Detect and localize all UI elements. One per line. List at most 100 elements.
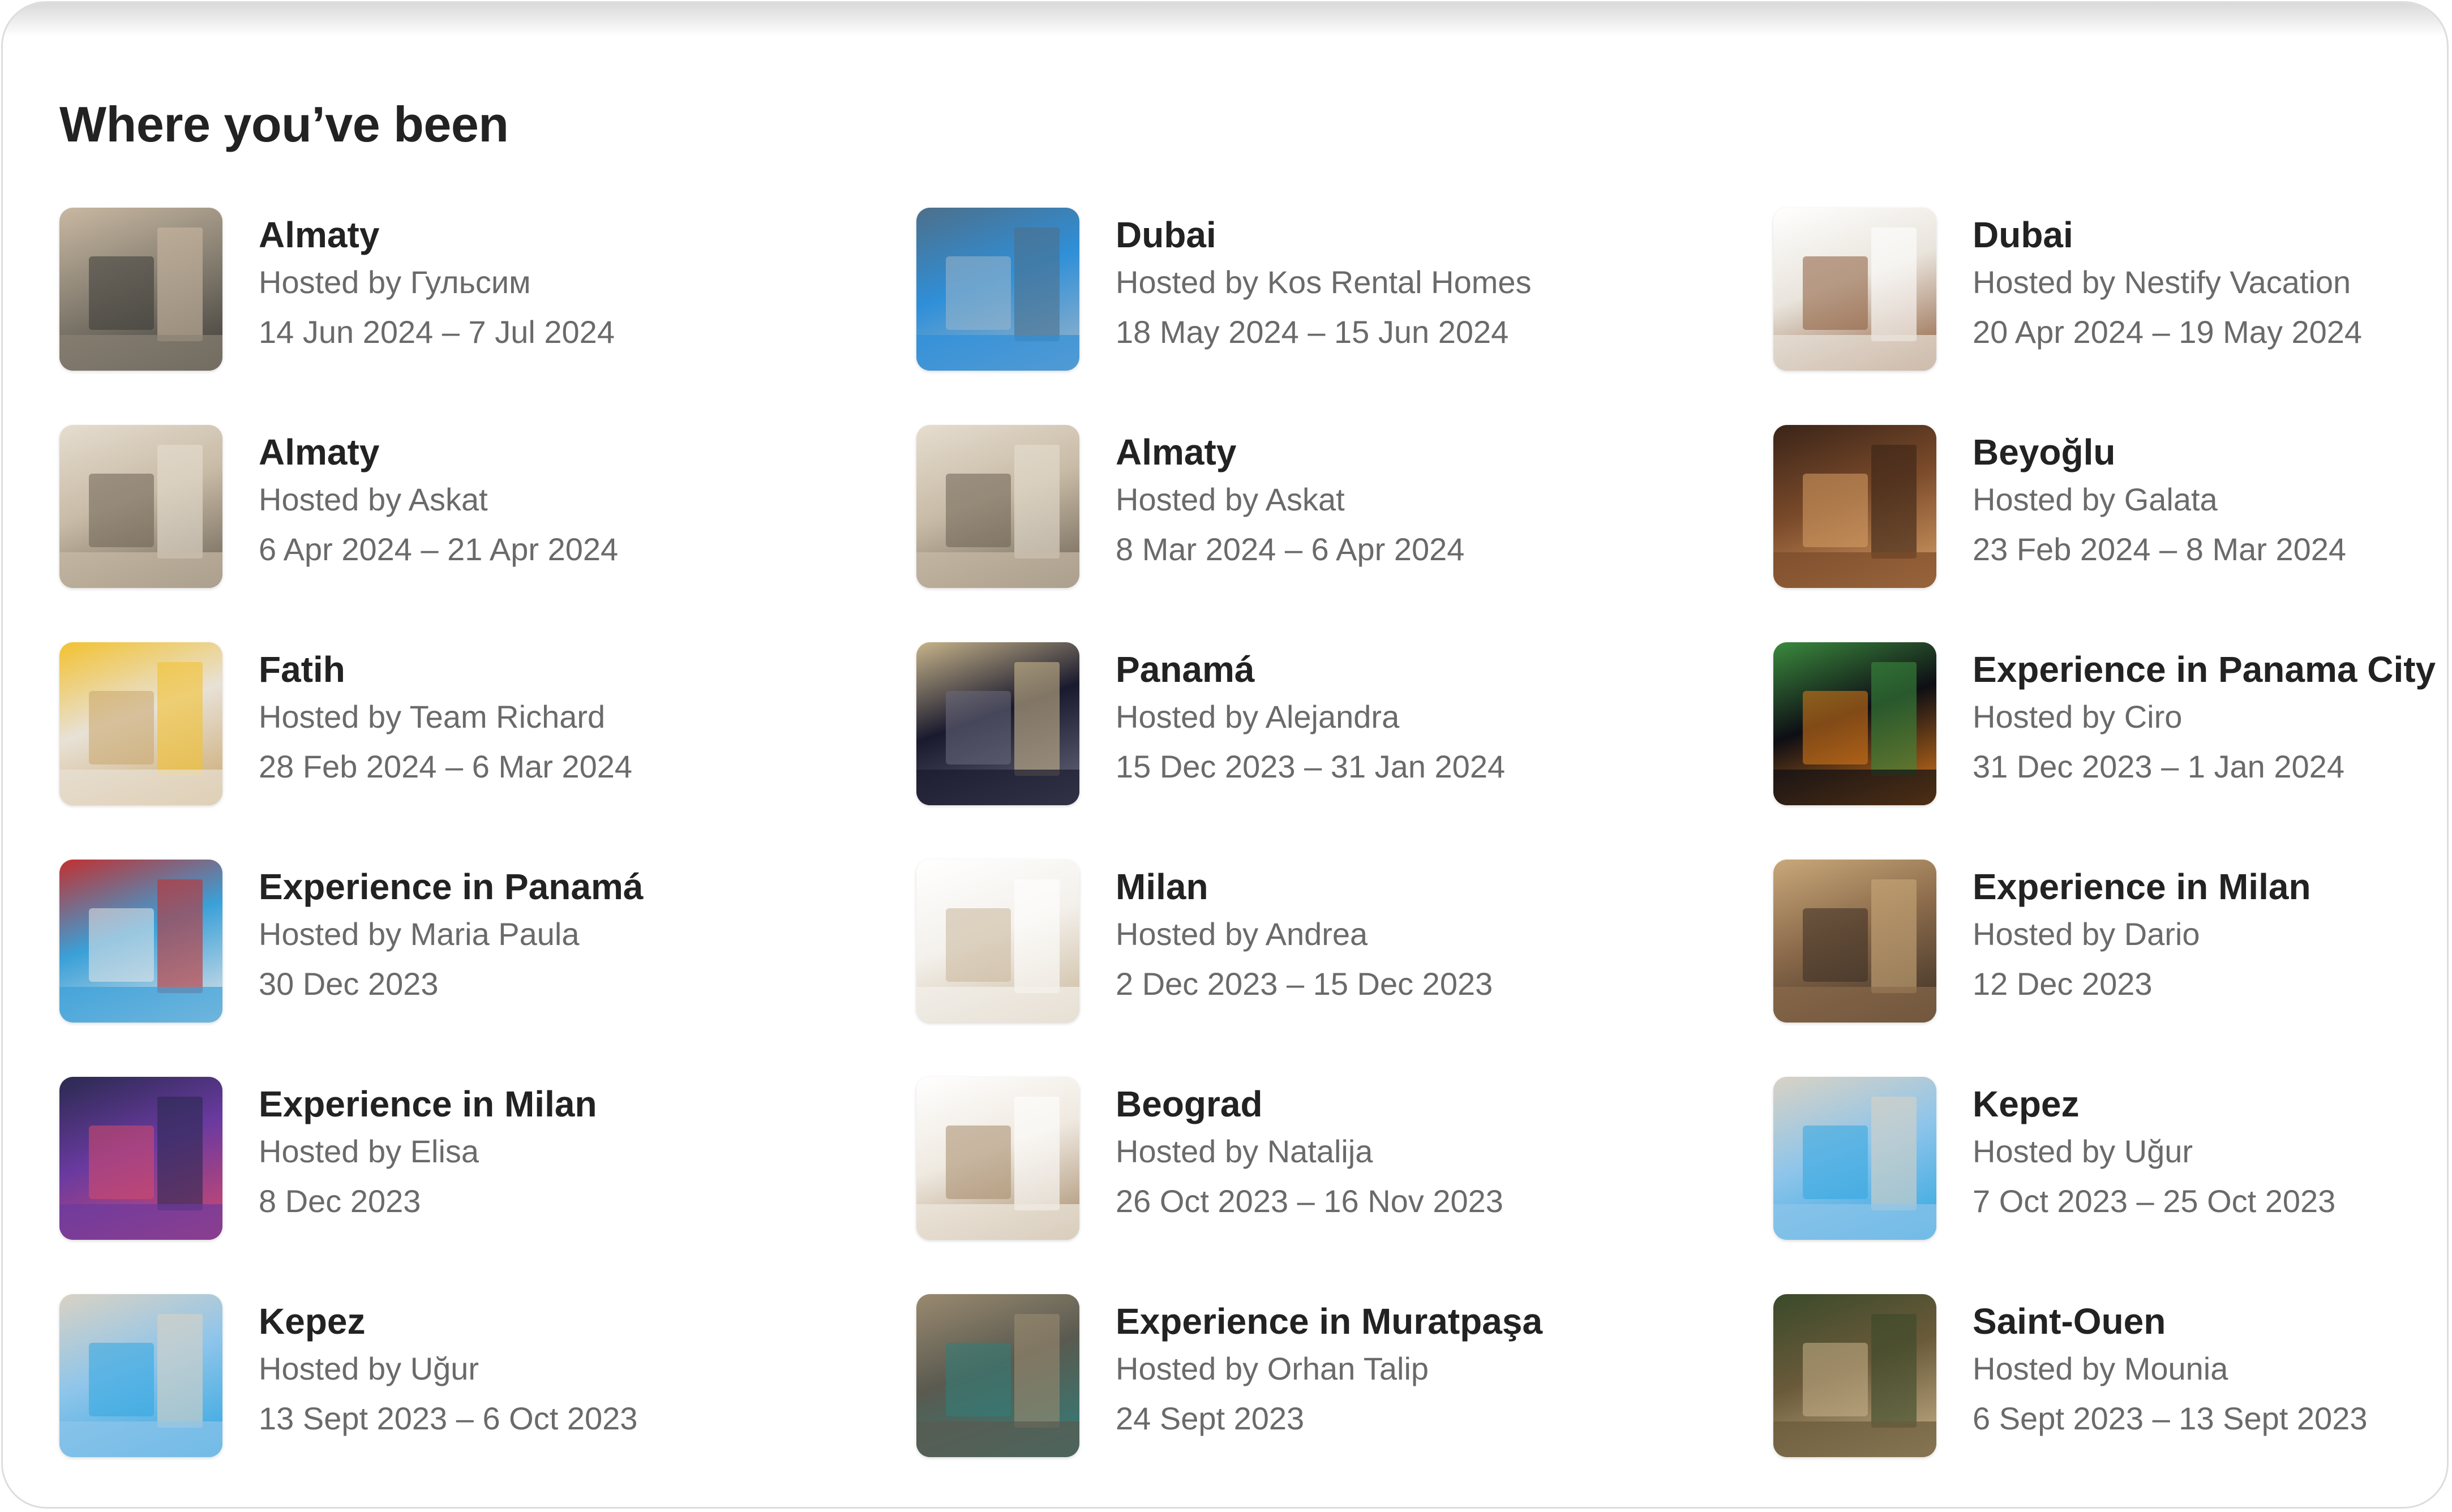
photo-detail [1014,1096,1060,1211]
photo-detail [1802,256,1868,330]
bedroom-photo[interactable] [59,642,222,805]
trip-info: Fatih Hosted by Team Richard 28 Feb 2024 –… [259,642,632,792]
boho-living-room-photo[interactable] [1773,1294,1936,1457]
photo-detail [157,1096,203,1211]
trip-place[interactable]: Almaty [1116,429,1464,475]
trip-info: Experience in Muratpaşa Hosted by Orhan T… [1116,1294,1542,1444]
night-tower-photo[interactable] [916,642,1079,805]
trip-item[interactable]: Kepez Hosted by Uğur 7 Oct 2023 – 25 Oct 2… [1773,1077,2447,1294]
trip-place[interactable]: Dubai [1116,212,1532,257]
photo-detail [88,691,155,764]
trip-info: Beyoğlu Hosted by Galata 23 Feb 2024 – 8 M… [1973,425,2346,574]
trip-place[interactable]: Beyoğlu [1973,429,2346,475]
trip-item[interactable]: Fatih Hosted by Team Richard 28 Feb 2024 –… [59,642,916,860]
photo-detail [1014,444,1060,559]
pool-photo[interactable] [1773,1077,1936,1240]
trip-place[interactable]: Dubai [1973,212,2362,257]
trip-item[interactable]: Experience in Muratpaşa Hosted by Orhan T… [916,1294,1773,1507]
trip-item[interactable]: Experience in Milan Hosted by Elisa 8 Dec … [59,1077,916,1294]
photo-detail [59,1204,222,1240]
trip-place[interactable]: Milan [1116,864,1493,909]
photo-detail [1014,662,1060,776]
trip-place[interactable]: Kepez [1973,1081,2335,1127]
sea-cave-photo[interactable] [916,1294,1079,1457]
photo-detail [88,1343,155,1416]
trips-grid: Almaty Hosted by Гульсим 14 Jun 2024 – 7 J… [59,208,2447,1507]
trip-place[interactable]: Almaty [259,429,618,475]
trip-item[interactable]: Milan Hosted by Andrea 2 Dec 2023 – 15 Dec… [916,860,1773,1077]
trip-item[interactable]: Kepez Hosted by Uğur 13 Sept 2023 – 6 Oct … [59,1294,916,1507]
trip-dates: 31 Dec 2023 – 1 Jan 2024 [1973,749,2344,784]
trip-item[interactable]: Almaty Hosted by Askat 8 Mar 2024 – 6 Apr … [916,425,1773,642]
trip-item[interactable]: Panamá Hosted by Alejandra 15 Dec 2023 – 3… [916,642,1773,860]
photo-detail [945,1126,1011,1199]
trip-info: Experience in Panama City Hosted by Ciro 3… [1973,642,2436,792]
trip-place[interactable]: Beograd [1116,1081,1503,1127]
party-photo[interactable] [1773,642,1936,805]
trip-dates: 24 Sept 2023 [1116,1401,1305,1436]
trip-info: Dubai Hosted by Kos Rental Homes 18 May 20… [1116,208,1532,357]
group-selfie-photo[interactable] [59,1077,222,1240]
photo-detail [1773,552,1936,588]
trip-place[interactable]: Experience in Milan [1973,864,2311,909]
trip-host: Hosted by Kos Rental Homes [1116,264,1532,300]
studio-apartment-photo[interactable] [916,1077,1079,1240]
trip-place[interactable]: Almaty [259,212,615,257]
photo-detail [945,474,1011,547]
boat-party-photo[interactable] [59,860,222,1023]
photo-detail [1014,227,1060,342]
skyscrapers-photo[interactable] [916,208,1079,371]
photo-detail [59,552,222,588]
photo-detail [1773,1204,1936,1240]
photo-detail [1871,1313,1917,1428]
trip-place[interactable]: Fatih [259,647,632,692]
trip-place[interactable]: Experience in Panama City [1973,647,2436,692]
trip-host: Hosted by Askat [1116,482,1345,517]
photo-detail [1802,1126,1868,1199]
trip-dates: 28 Feb 2024 – 6 Mar 2024 [259,749,633,784]
trip-host: Hosted by Uğur [1973,1133,2193,1169]
trip-info: Experience in Milan Hosted by Dario 12 Dec… [1973,860,2311,1009]
living-room-photo[interactable] [916,425,1079,588]
trip-place[interactable]: Kepez [259,1299,637,1344]
trip-place[interactable]: Experience in Milan [259,1081,597,1127]
trip-info: Experience in Milan Hosted by Elisa 8 Dec … [259,1077,597,1226]
trip-host: Hosted by Orhan Talip [1116,1351,1429,1386]
trip-place[interactable]: Saint-Ouen [1973,1299,2367,1344]
trip-item[interactable]: Experience in Panama City Hosted by Ciro 3… [1773,642,2447,860]
photo-detail [59,1421,222,1457]
trip-dates: 6 Apr 2024 – 21 Apr 2024 [259,531,619,567]
trip-item[interactable]: Experience in Milan Hosted by Dario 12 Dec… [1773,860,2447,1077]
trip-item[interactable]: Beyoğlu Hosted by Galata 23 Feb 2024 – 8 M… [1773,425,2447,642]
trip-host: Hosted by Nestify Vacation [1973,264,2351,300]
photo-detail [945,1343,1011,1416]
dining-room-photo[interactable] [1773,425,1936,588]
apartment-living-room-photo[interactable] [59,208,222,371]
trip-host: Hosted by Mounia [1973,1351,2228,1386]
trip-item[interactable]: Almaty Hosted by Гульсим 14 Jun 2024 – 7 J… [59,208,916,425]
bright-bedroom-photo[interactable] [916,860,1079,1023]
trip-place[interactable]: Experience in Muratpaşa [1116,1299,1542,1344]
trip-info: Kepez Hosted by Uğur 13 Sept 2023 – 6 Oct … [259,1294,637,1444]
photo-detail [945,908,1011,982]
trip-info: Almaty Hosted by Гульсим 14 Jun 2024 – 7 J… [259,208,615,357]
trip-item[interactable]: Saint-Ouen Hosted by Mounia 6 Sept 2023 – … [1773,1294,2447,1507]
hotel-bedroom-photo[interactable] [1773,208,1936,371]
trip-item[interactable]: Beograd Hosted by Natalija 26 Oct 2023 – 1… [916,1077,1773,1294]
trip-info: Milan Hosted by Andrea 2 Dec 2023 – 15 Dec… [1116,860,1493,1009]
trip-dates: 20 Apr 2024 – 19 May 2024 [1973,314,2363,350]
photo-detail [59,334,222,371]
living-room-photo[interactable] [59,425,222,588]
trip-item[interactable]: Dubai Hosted by Kos Rental Homes 18 May 20… [916,208,1773,425]
trip-place[interactable]: Experience in Panamá [259,864,643,909]
trip-item[interactable]: Dubai Hosted by Nestify Vacation 20 Apr 20… [1773,208,2447,425]
photo-detail [1802,1343,1868,1416]
trip-place[interactable]: Panamá [1116,647,1505,692]
photo-detail [59,986,222,1023]
trip-info: Almaty Hosted by Askat 8 Mar 2024 – 6 Apr … [1116,425,1464,574]
trip-item[interactable]: Experience in Panamá Hosted by Maria Paul… [59,860,916,1077]
pool-photo[interactable] [59,1294,222,1457]
trip-item[interactable]: Almaty Hosted by Askat 6 Apr 2024 – 21 Apr… [59,425,916,642]
photo-detail [157,879,203,994]
last-supper-photo[interactable] [1773,860,1936,1023]
